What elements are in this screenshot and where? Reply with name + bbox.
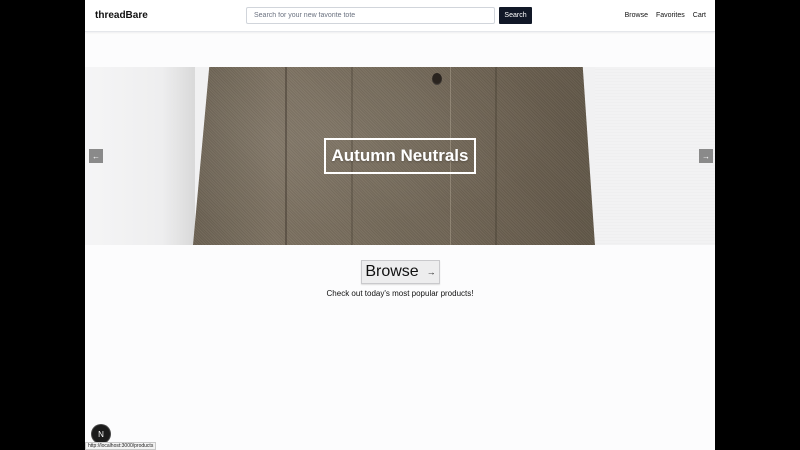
nav-link-cart[interactable]: Cart bbox=[693, 12, 706, 19]
nextjs-dev-badge[interactable]: N bbox=[92, 425, 110, 443]
nav-link-favorites[interactable]: Favorites bbox=[656, 12, 685, 19]
site-header: threadBare Search Browse Favorites Cart bbox=[85, 0, 715, 32]
search-button[interactable]: Search bbox=[499, 7, 532, 24]
hero-carousel: Autumn Neutrals ← → bbox=[85, 67, 715, 245]
nav-link-browse[interactable]: Browse bbox=[625, 12, 648, 19]
main-nav: Browse Favorites Cart bbox=[625, 12, 706, 19]
coat-fold bbox=[495, 67, 497, 245]
browse-button[interactable]: Browse → bbox=[361, 260, 440, 284]
carousel-next-button[interactable]: → bbox=[699, 149, 713, 163]
page: threadBare Search Browse Favorites Cart … bbox=[85, 0, 715, 450]
search-input[interactable] bbox=[246, 7, 495, 24]
arrow-right-icon: → bbox=[702, 151, 710, 161]
coat-fold bbox=[285, 67, 287, 245]
status-bar-url: http://localhost:3000/products bbox=[85, 442, 157, 450]
hero-title-box: Autumn Neutrals bbox=[324, 138, 476, 174]
coat-button-detail bbox=[432, 73, 442, 85]
hero-background-right bbox=[595, 67, 715, 245]
browse-caption: Check out today's most popular products! bbox=[326, 289, 474, 298]
browse-button-label: Browse bbox=[365, 263, 419, 280]
site-logo[interactable]: threadBare bbox=[95, 10, 148, 21]
arrow-left-icon: ← bbox=[92, 151, 100, 161]
arrow-right-icon: → bbox=[426, 267, 436, 277]
hero-title: Autumn Neutrals bbox=[331, 146, 469, 165]
carousel-prev-button[interactable]: ← bbox=[89, 149, 103, 163]
